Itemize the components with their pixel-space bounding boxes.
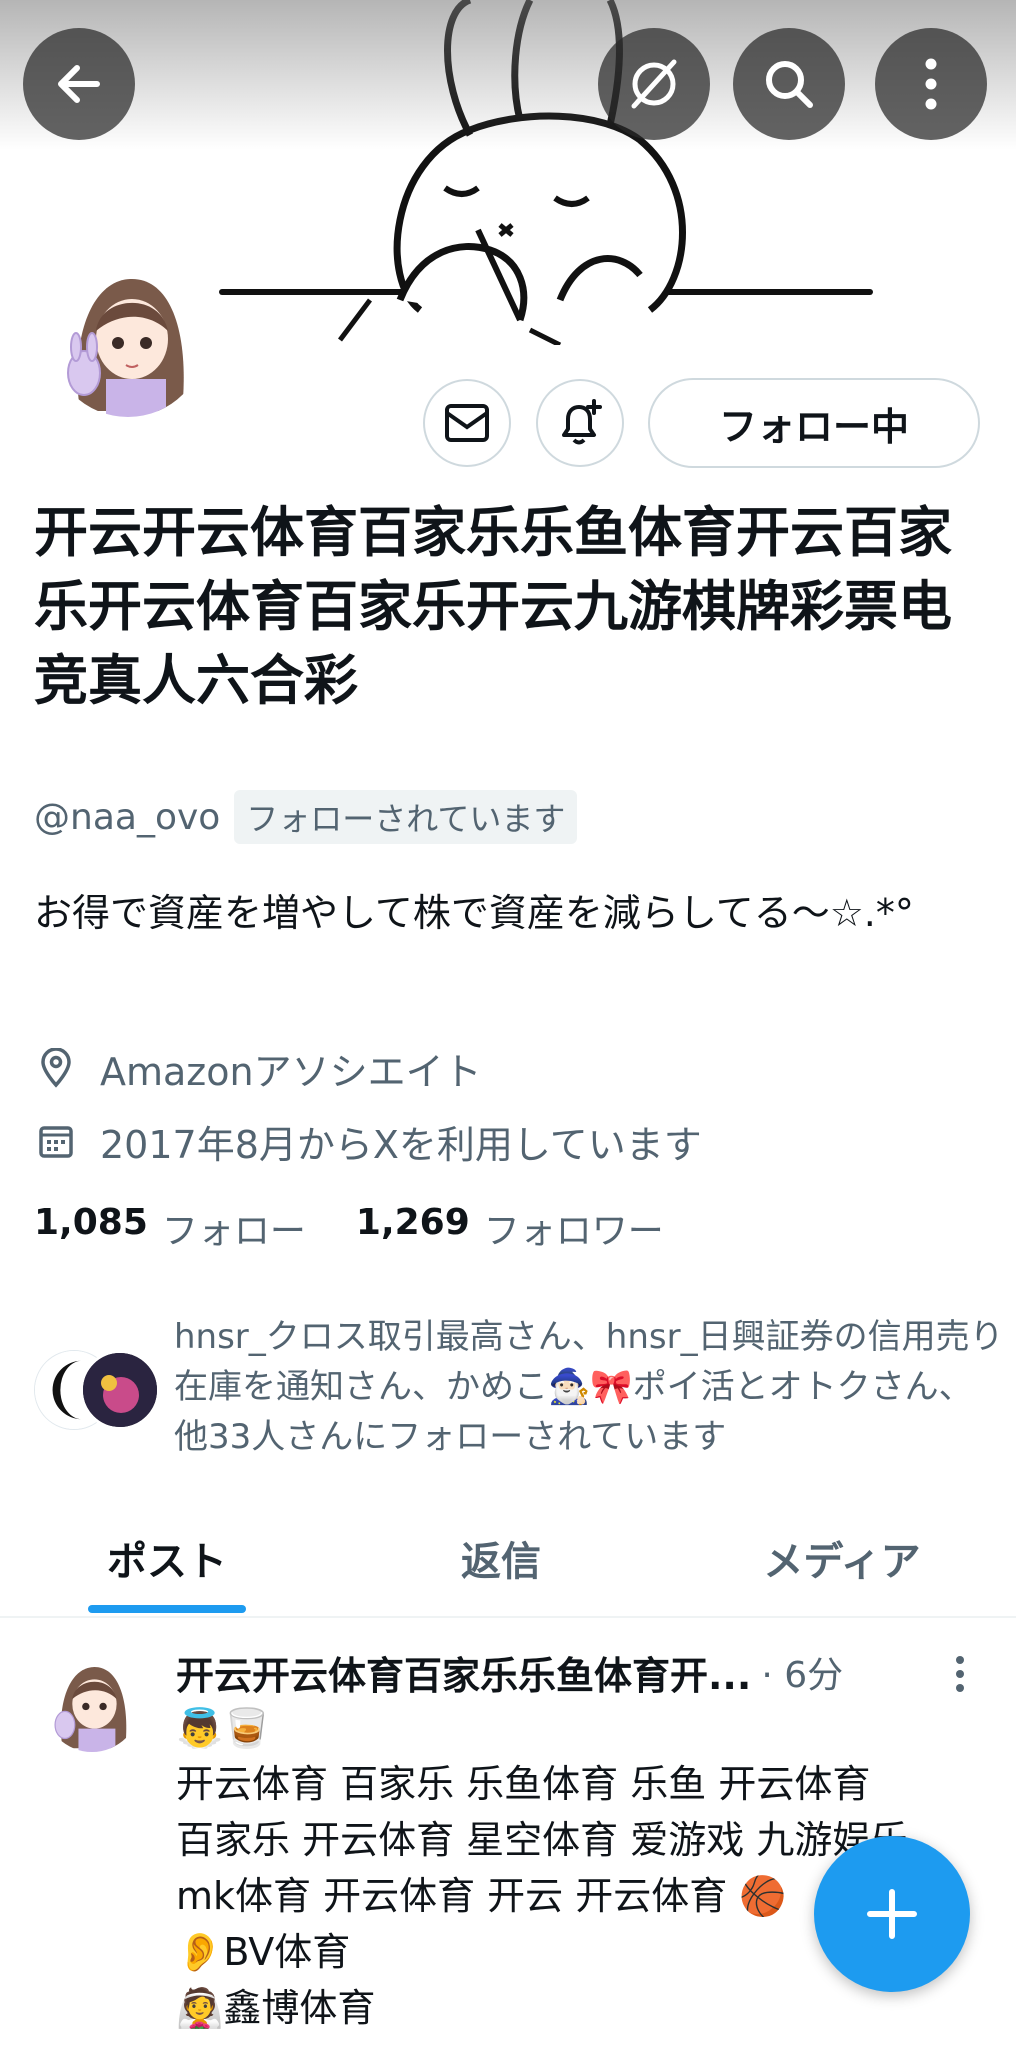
post-more-button[interactable] <box>940 1646 980 1702</box>
joined-text: 2017年8月からXを利用しています <box>100 1122 702 1167</box>
profile-avatar[interactable] <box>44 255 212 423</box>
followed-by-text: hnsr_クロス取引最高さん、hnsr_日興証券の信用売り在庫を通知さん、かめこ… <box>174 1317 1004 1457</box>
tab-posts[interactable]: ポスト <box>0 1500 334 1616</box>
follows-you-badge: フォローされています <box>234 790 578 844</box>
following-label: フォロー <box>161 1211 306 1252</box>
following-count: 1,085 <box>34 1202 148 1243</box>
envelope-icon <box>445 404 489 442</box>
banner-gradient <box>0 0 1016 150</box>
follower-avatars <box>34 1350 164 1430</box>
location-row: Amazonアソシエイト <box>34 1040 482 1096</box>
tab-replies[interactable]: 返信 <box>334 1500 668 1616</box>
profile-bio: お得で資産を増やして株で資産を減らしてる〜☆.*° <box>34 891 914 935</box>
more-vertical-icon <box>956 1656 964 1692</box>
handle-row: @naa_ovo フォローされています <box>34 790 578 844</box>
post-line: 👰鑫博体育 <box>176 1986 376 2030</box>
location-pin-icon <box>34 1046 78 1090</box>
slash-circle-icon <box>631 59 677 109</box>
notify-button[interactable] <box>536 379 624 467</box>
search-icon <box>766 61 813 108</box>
follow-stats: 1,085 フォロー 1,269 フォロワー <box>34 1200 664 1256</box>
active-tab-indicator <box>88 1605 246 1613</box>
post-line: 👼🥃 <box>176 1706 271 1750</box>
post-time: · 6分 <box>761 1655 844 1696</box>
following-link[interactable]: 1,085 フォロー <box>34 1202 306 1254</box>
display-name: 开云开云体育百家乐乐鱼体育开云百家乐开云体育百家乐开云九游棋牌彩票电竞真人六合彩 <box>34 501 952 712</box>
followers-label: フォロワー <box>483 1211 664 1252</box>
user-handle: @naa_ovo <box>34 796 221 838</box>
post-author[interactable]: 开云开云体育百家乐乐鱼体育开... <box>176 1645 751 1700</box>
compose-button[interactable] <box>814 1836 970 1992</box>
post-header: 开云开云体育百家乐乐鱼体育开... · 6分 <box>176 1644 916 1700</box>
follower-avatar <box>80 1350 160 1430</box>
location-text: Amazonアソシエイト <box>100 1049 482 1094</box>
grok-button[interactable] <box>598 28 710 140</box>
more-vertical-icon <box>925 58 937 110</box>
following-button[interactable]: フォロー中 <box>648 378 980 468</box>
calendar-icon <box>34 1119 78 1163</box>
avatar-illustration <box>50 261 206 417</box>
back-button[interactable] <box>23 28 135 140</box>
post-line: 开云体育 百家乐 乐鱼体育 乐鱼 开云体育 <box>176 1762 871 1806</box>
more-button[interactable] <box>875 28 987 140</box>
bell-plus-icon <box>562 399 602 445</box>
post-avatar[interactable] <box>44 1656 140 1752</box>
plus-icon <box>867 1889 917 1939</box>
tab-media[interactable]: メディア <box>668 1500 1016 1616</box>
followers-count: 1,269 <box>355 1202 470 1243</box>
search-button[interactable] <box>733 28 845 140</box>
profile-tabs: ポスト 返信 メディア <box>0 1500 1016 1618</box>
followers-link[interactable]: 1,269 フォロワー <box>356 1202 664 1254</box>
message-button[interactable] <box>423 379 511 467</box>
followed-by[interactable]: hnsr_クロス取引最高さん、hnsr_日興証券の信用売り在庫を通知さん、かめこ… <box>34 1312 1004 1462</box>
joined-row: 2017年8月からXを利用しています <box>34 1113 702 1169</box>
arrow-left-icon <box>58 65 100 103</box>
